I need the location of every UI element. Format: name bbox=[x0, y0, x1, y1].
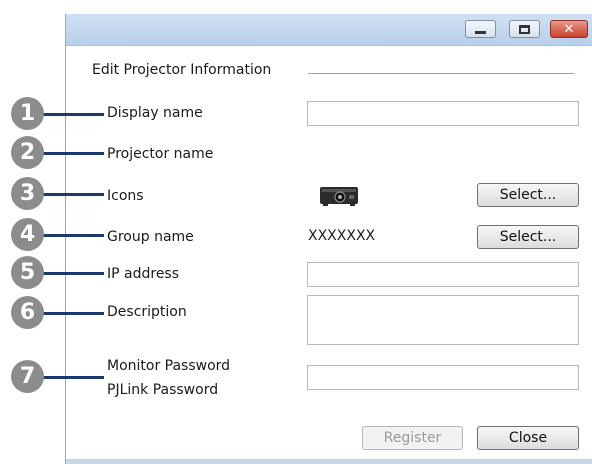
display-name-input[interactable] bbox=[307, 101, 579, 126]
callout-1: 1 bbox=[11, 97, 44, 130]
ip-address-input[interactable] bbox=[307, 262, 579, 287]
register-button[interactable]: Register bbox=[362, 426, 463, 450]
close-icon: ✕ bbox=[563, 21, 575, 37]
callout-3: 3 bbox=[11, 177, 44, 210]
callout-leader-4 bbox=[40, 234, 104, 237]
edit-projector-dialog: ✕ Edit Projector Information Display nam… bbox=[65, 14, 592, 464]
callout-6: 6 bbox=[11, 296, 44, 329]
ip-address-label: IP address bbox=[107, 266, 180, 282]
callout-7: 7 bbox=[11, 360, 44, 393]
callout-4: 4 bbox=[11, 218, 44, 251]
callout-leader-2 bbox=[40, 152, 104, 155]
callout-leader-7 bbox=[40, 376, 104, 379]
projector-name-label: Projector name bbox=[107, 146, 214, 162]
callout-leader-3 bbox=[40, 193, 104, 196]
monitor-password-label: Monitor Password bbox=[107, 358, 231, 374]
minimize-icon bbox=[475, 30, 486, 34]
callout-leader-1 bbox=[40, 113, 104, 116]
password-input[interactable] bbox=[307, 365, 579, 390]
description-input[interactable] bbox=[307, 295, 579, 345]
callout-2: 2 bbox=[11, 136, 44, 169]
maximize-button[interactable] bbox=[509, 20, 540, 38]
callout-leader-6 bbox=[40, 312, 104, 315]
select-icon-button[interactable]: Select... bbox=[477, 183, 579, 207]
group-title: Edit Projector Information bbox=[92, 62, 272, 78]
title-bar[interactable]: ✕ bbox=[66, 14, 592, 46]
callout-5: 5 bbox=[11, 256, 44, 289]
close-button[interactable]: Close bbox=[477, 426, 579, 450]
minimize-button[interactable] bbox=[465, 20, 496, 38]
select-group-button[interactable]: Select... bbox=[477, 225, 579, 249]
close-window-button[interactable]: ✕ bbox=[550, 20, 588, 38]
group-divider bbox=[308, 73, 574, 74]
window-bottom-edge bbox=[66, 459, 592, 464]
display-name-label: Display name bbox=[107, 105, 203, 121]
description-label: Description bbox=[107, 304, 187, 320]
projector-icon bbox=[320, 187, 358, 206]
group-name-label: Group name bbox=[107, 229, 194, 245]
group-name-value: XXXXXXX bbox=[308, 228, 376, 244]
pjlink-password-label: PJLink Password bbox=[107, 382, 219, 398]
callout-leader-5 bbox=[40, 272, 104, 275]
maximize-icon bbox=[519, 24, 530, 34]
icons-label: Icons bbox=[107, 188, 144, 204]
